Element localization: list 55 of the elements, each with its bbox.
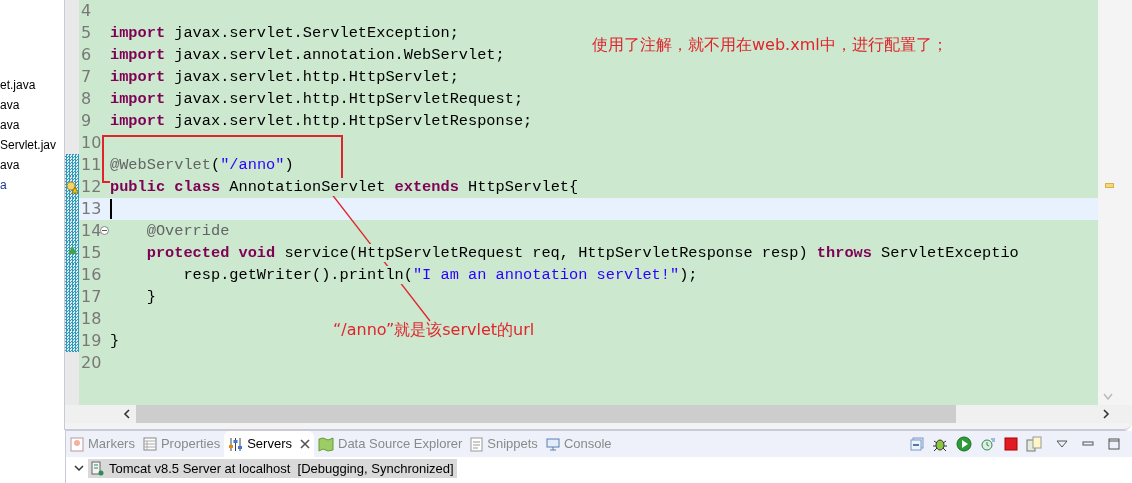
line-number: 15 xyxy=(81,242,102,264)
line-number: 6 xyxy=(81,44,92,66)
line-number: 17 xyxy=(81,286,102,308)
line-number: 14 xyxy=(81,220,102,242)
line-number: 18 xyxy=(81,308,102,330)
minimize-icon[interactable] xyxy=(1082,441,1094,447)
warning-marker[interactable] xyxy=(1105,183,1114,188)
file-item[interactable]: a xyxy=(0,175,64,195)
file-item[interactable]: ava xyxy=(0,115,64,135)
line-number: 5 xyxy=(81,22,92,44)
view-menu-icon[interactable] xyxy=(1056,440,1068,448)
line-number: 13 xyxy=(81,198,102,220)
maximize-icon[interactable] xyxy=(1108,438,1120,450)
line-number: 7 xyxy=(81,66,92,88)
servers-icon xyxy=(228,436,244,452)
file-item[interactable]: ava xyxy=(0,155,64,175)
scroll-right-icon[interactable] xyxy=(1102,409,1110,419)
line-number: 4 xyxy=(81,0,92,22)
annotation-text: “/anno”就是该servlet的url xyxy=(333,319,535,341)
markers-icon xyxy=(70,436,84,452)
run-icon[interactable] xyxy=(956,436,972,452)
properties-icon xyxy=(142,437,157,451)
snippets-icon xyxy=(470,436,484,452)
file-item[interactable]: Servlet.jav xyxy=(0,135,64,155)
scrollbar-thumb[interactable] xyxy=(136,405,956,423)
map-icon xyxy=(318,436,334,452)
publish-icon[interactable] xyxy=(1026,436,1042,452)
server-icon xyxy=(91,461,104,476)
code-line: @WebServlet("/anno") xyxy=(110,154,294,176)
panel-tab[interactable]: Servers xyxy=(224,431,314,457)
line-number: 19 xyxy=(81,330,102,352)
console-icon xyxy=(545,437,560,451)
code-line: protected void service(HttpServletRequest req, HttpServletResponse resp) throws ServletExceptio xyxy=(110,241,1019,265)
chevron-down-icon[interactable] xyxy=(74,465,84,472)
server-item[interactable]: Tomcat v8.5 Server at localhost [Debugging, Synchronized] xyxy=(88,459,457,478)
code-line: resp.getWriter().println("I am an annotation servlet!"); xyxy=(110,263,698,287)
file-item[interactable]: et.java xyxy=(0,75,64,95)
bug-icon[interactable] xyxy=(932,436,948,452)
line-number: 11 xyxy=(81,154,102,176)
line-number: 9 xyxy=(81,110,92,132)
text-cursor xyxy=(110,199,112,219)
profile-icon[interactable] xyxy=(980,436,996,452)
line-number: 20 xyxy=(81,352,102,374)
close-icon[interactable] xyxy=(300,439,310,449)
stop-icon[interactable] xyxy=(1004,437,1018,451)
collapse-icon[interactable] xyxy=(100,226,109,235)
line-number: 12 xyxy=(81,176,102,198)
collapse-all-icon[interactable] xyxy=(910,437,924,451)
code-line: public class AnnotationServlet extends HttpServlet{ xyxy=(110,176,579,198)
line-number: 8 xyxy=(81,88,92,110)
annotation-text: 使用了注解，就不用在web.xml中，进行配置了； xyxy=(592,34,948,56)
file-item[interactable]: ava xyxy=(0,95,64,115)
line-number: 10 xyxy=(81,132,102,154)
scroll-left-icon[interactable] xyxy=(123,409,131,419)
line-number: 16 xyxy=(81,264,102,286)
